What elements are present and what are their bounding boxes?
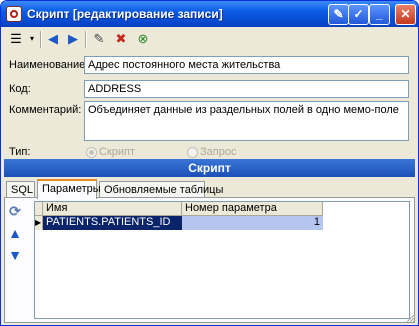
close-icon[interactable]: ✕ [395, 4, 416, 25]
help-icon[interactable]: ✓ [348, 4, 369, 25]
name-label: Наименование: [9, 59, 89, 71]
list-view-icon[interactable]: ☰ [5, 29, 27, 49]
column-header-param-number[interactable]: Номер параметра [182, 202, 323, 216]
type-radio-script [86, 147, 97, 158]
edit-icon[interactable]: ✎ [89, 29, 109, 49]
refresh-icon[interactable]: ⟳ [7, 203, 23, 219]
window-title: Скрипт [редактирование записи] [27, 7, 223, 21]
delete-icon[interactable]: ✖ [111, 29, 131, 49]
section-header: Скрипт [4, 159, 415, 177]
dropdown-icon[interactable]: ▾ [27, 29, 37, 49]
type-label: Тип: [9, 146, 31, 158]
cell-param-name[interactable]: PATIENTS.PATIENTS_ID [43, 216, 182, 230]
minimize-icon[interactable]: _ [369, 4, 390, 25]
comment-label: Комментарий: [9, 104, 82, 116]
app-icon [6, 6, 22, 22]
code-field[interactable]: ADDRESS [84, 80, 409, 98]
toolbar-separator [40, 31, 42, 48]
up-arrow-icon[interactable]: ▲ [7, 225, 23, 241]
name-field[interactable]: Адрес постоянного места жительства [84, 56, 409, 74]
title-bar[interactable]: Скрипт [редактирование записи] ✎ ✓ _ ✕ [1, 1, 418, 27]
code-label: Код: [9, 83, 31, 95]
down-arrow-icon[interactable]: ▼ [7, 247, 23, 263]
row-indicator: ▶ [35, 216, 43, 230]
forward-arrow-icon[interactable]: ▶ [64, 29, 82, 49]
tab-parameters[interactable]: Параметры [37, 179, 101, 199]
close-document-icon[interactable]: ⊗ [133, 29, 153, 49]
cell-param-number[interactable]: 1 [182, 216, 323, 230]
column-header-name[interactable]: Имя [43, 202, 182, 216]
comment-field[interactable]: Объединяет данные из раздельных полей в … [84, 101, 409, 141]
settings-icon[interactable]: ✎ [328, 4, 349, 25]
type-option-query: Запрос [200, 146, 237, 158]
window: Скрипт [редактирование записи] ✎ ✓ _ ✕ ☰… [0, 0, 419, 326]
grid-corner [35, 202, 43, 216]
toolbar-separator [85, 31, 87, 48]
type-option-script: Скрипт [99, 146, 136, 158]
type-radio-query [187, 147, 198, 158]
toolbar: ☰ ▾ ◀ ▶ ✎ ✖ ⊗ [5, 29, 413, 51]
back-arrow-icon[interactable]: ◀ [44, 29, 62, 49]
parameters-grid[interactable]: Имя Номер параметра ▶ PATIENTS.PATIENTS_… [34, 201, 410, 319]
resize-grip-icon[interactable] [406, 313, 416, 323]
